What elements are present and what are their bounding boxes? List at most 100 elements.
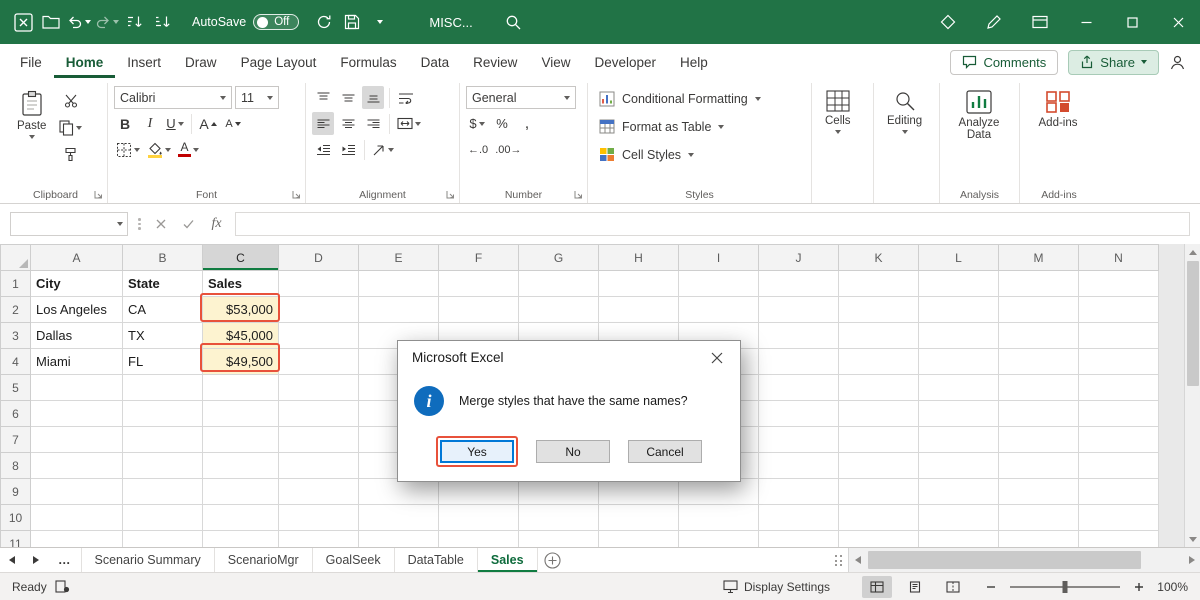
cell[interactable] [999, 323, 1079, 349]
cells-button[interactable]: Cells [818, 85, 858, 185]
cell[interactable] [31, 479, 123, 505]
cell[interactable] [123, 427, 203, 453]
row-header[interactable]: 7 [1, 427, 31, 453]
cell[interactable] [203, 375, 279, 401]
cell-c3[interactable]: $45,000 [203, 323, 279, 349]
bold-button[interactable]: B [114, 112, 136, 135]
row-header[interactable]: 9 [1, 479, 31, 505]
cell-a2[interactable]: Los Angeles [31, 297, 123, 323]
cell[interactable] [919, 271, 999, 297]
page-layout-view-button[interactable] [900, 576, 930, 598]
cell[interactable] [839, 323, 919, 349]
tab-home[interactable]: Home [54, 46, 116, 78]
cell[interactable] [1079, 271, 1159, 297]
row-header[interactable]: 3 [1, 323, 31, 349]
cell[interactable] [999, 453, 1079, 479]
cell[interactable] [279, 349, 359, 375]
dialog-no-button[interactable]: No [536, 440, 610, 463]
cell[interactable] [759, 323, 839, 349]
number-format-combo[interactable]: General [466, 86, 576, 109]
decrease-indent-button[interactable] [312, 138, 334, 161]
editing-button[interactable]: Editing [880, 85, 929, 185]
sheet-tab-sales[interactable]: Sales [478, 548, 538, 572]
row-header[interactable]: 8 [1, 453, 31, 479]
cell[interactable] [279, 479, 359, 505]
zoom-level-button[interactable]: 100% [1152, 580, 1188, 594]
cell[interactable] [839, 297, 919, 323]
column-header[interactable]: N [1079, 245, 1159, 271]
cell[interactable] [519, 271, 599, 297]
tab-data[interactable]: Data [409, 46, 462, 78]
cell[interactable] [679, 531, 759, 548]
cell[interactable] [1079, 531, 1159, 548]
cell[interactable] [279, 453, 359, 479]
decrease-decimal-button[interactable]: .00→ [493, 138, 523, 161]
zoom-out-button[interactable] [986, 582, 996, 592]
tab-formulas[interactable]: Formulas [328, 46, 408, 78]
cell[interactable] [919, 479, 999, 505]
cell[interactable] [759, 271, 839, 297]
cell[interactable] [759, 505, 839, 531]
tab-developer[interactable]: Developer [582, 46, 668, 78]
cell[interactable] [1079, 505, 1159, 531]
sheet-tab-goalseek[interactable]: GoalSeek [313, 548, 395, 572]
cell[interactable] [439, 297, 519, 323]
cell[interactable] [359, 479, 439, 505]
align-center-button[interactable] [337, 112, 359, 135]
display-settings-button[interactable]: Display Settings [723, 580, 830, 594]
scroll-left-button[interactable] [849, 548, 866, 572]
tab-view[interactable]: View [529, 46, 582, 78]
cell[interactable] [359, 531, 439, 548]
cell[interactable] [599, 505, 679, 531]
inking-button[interactable] [972, 0, 1016, 44]
row-header[interactable]: 5 [1, 375, 31, 401]
save-button[interactable] [339, 7, 365, 37]
cell[interactable] [839, 479, 919, 505]
column-header[interactable]: E [359, 245, 439, 271]
cell[interactable] [759, 349, 839, 375]
horizontal-scroll-track[interactable] [866, 548, 1183, 572]
cut-button[interactable] [57, 89, 84, 112]
comma-style-button[interactable]: , [516, 112, 538, 135]
cell[interactable] [1079, 401, 1159, 427]
increase-indent-button[interactable] [337, 138, 359, 161]
maximize-button[interactable] [1110, 0, 1154, 44]
format-as-table-button[interactable]: Format as Table [594, 113, 805, 140]
formula-input[interactable] [235, 212, 1191, 236]
cell[interactable] [203, 505, 279, 531]
align-right-button[interactable] [362, 112, 384, 135]
cell[interactable] [279, 401, 359, 427]
column-header[interactable]: H [599, 245, 679, 271]
percent-style-button[interactable]: % [491, 112, 513, 135]
cell[interactable] [123, 375, 203, 401]
align-top-button[interactable] [312, 86, 334, 109]
cell[interactable] [519, 531, 599, 548]
column-header[interactable]: M [999, 245, 1079, 271]
redo-button[interactable] [94, 7, 120, 37]
column-header[interactable]: D [279, 245, 359, 271]
cell[interactable] [279, 531, 359, 548]
copy-button[interactable] [57, 116, 84, 139]
column-header[interactable]: I [679, 245, 759, 271]
insert-function-button[interactable]: fx [207, 216, 227, 232]
font-name-combo[interactable]: Calibri [114, 86, 232, 109]
format-painter-button[interactable] [57, 143, 84, 166]
scroll-right-button[interactable] [1183, 548, 1200, 572]
cell[interactable] [1079, 323, 1159, 349]
excel-app-icon[interactable] [10, 7, 36, 37]
cell[interactable] [279, 505, 359, 531]
cell[interactable] [759, 531, 839, 548]
cell[interactable] [999, 401, 1079, 427]
sheet-nav-prev-button[interactable] [0, 548, 24, 572]
row-header[interactable]: 4 [1, 349, 31, 375]
cell[interactable] [123, 401, 203, 427]
column-header[interactable]: L [919, 245, 999, 271]
cell[interactable] [359, 271, 439, 297]
orientation-button[interactable] [370, 138, 396, 161]
tab-review[interactable]: Review [461, 46, 529, 78]
increase-font-size-button[interactable]: A [197, 112, 219, 135]
cell-styles-button[interactable]: Cell Styles [594, 141, 805, 168]
sync-button[interactable] [311, 7, 337, 37]
cell[interactable] [203, 453, 279, 479]
autosave-toggle[interactable]: Off [253, 14, 299, 30]
